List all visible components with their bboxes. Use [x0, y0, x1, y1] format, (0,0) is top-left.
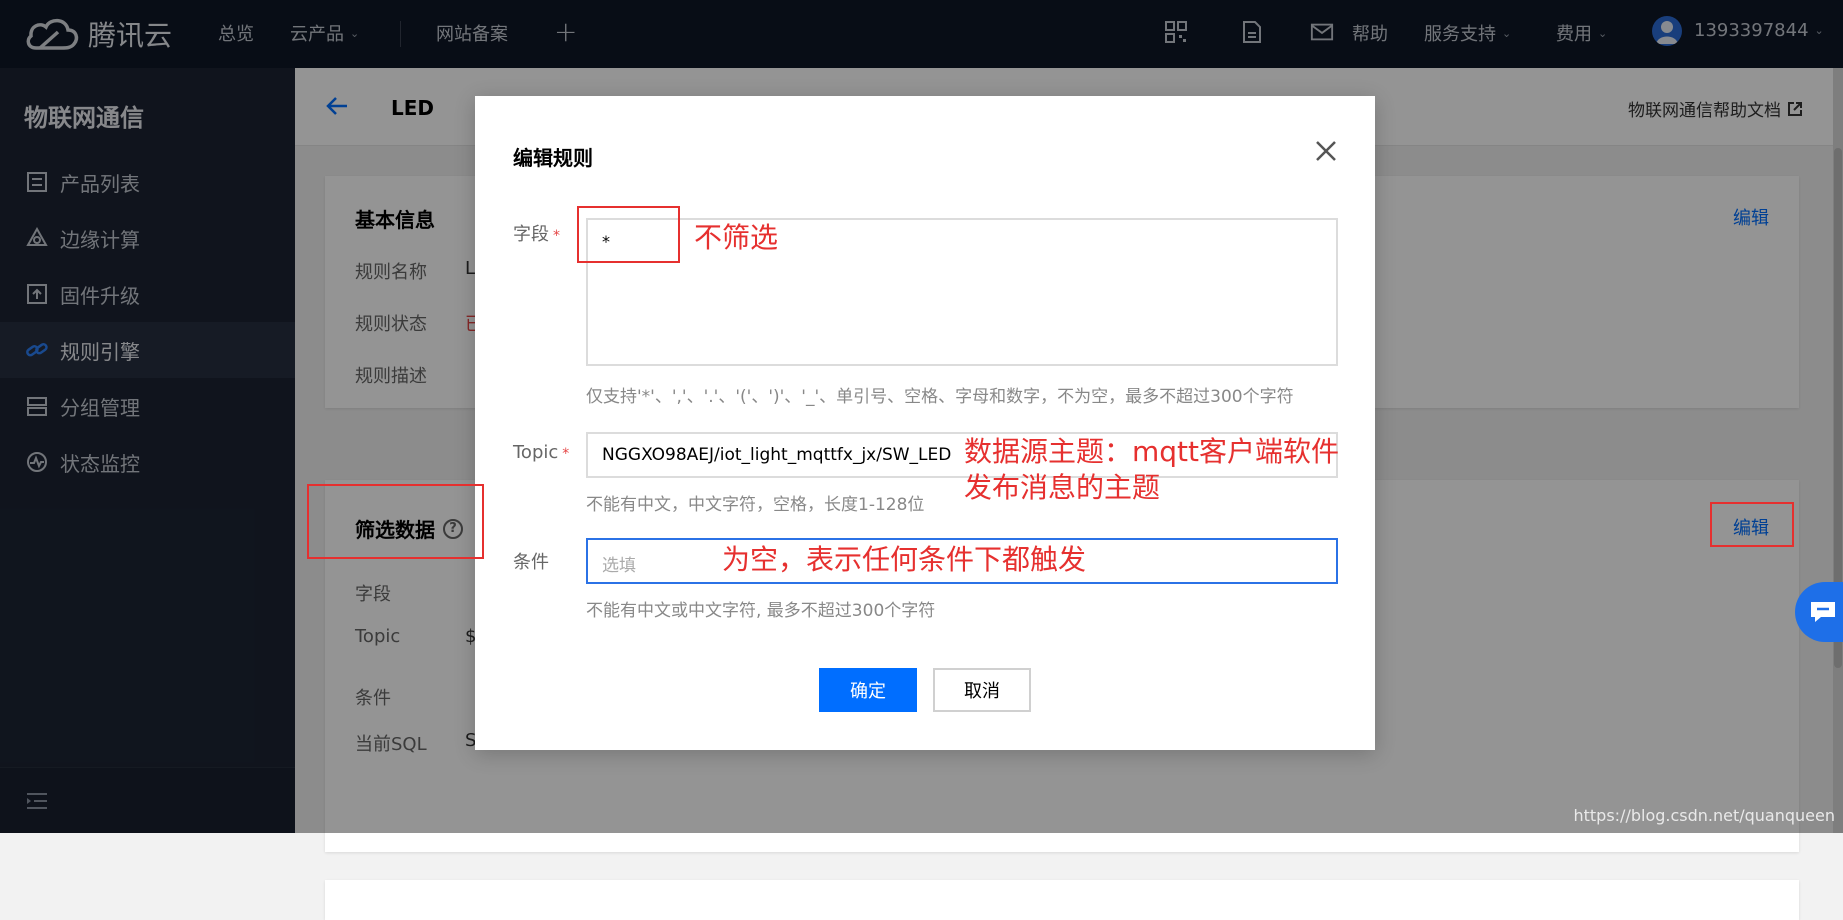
annotation-topic-line1: 数据源主题：mqtt客户端软件	[964, 435, 1340, 468]
confirm-button[interactable]: 确定	[819, 668, 917, 712]
next-card	[325, 880, 1799, 920]
close-icon[interactable]	[1313, 138, 1339, 164]
edit-rule-dialog: 编辑规则 字段 * * 仅支持'*'、','、'.'、'('、')'、'_'、单引…	[475, 96, 1375, 750]
cancel-button[interactable]: 取消	[933, 668, 1031, 712]
annotation-topic-line2: 发布消息的主题	[964, 471, 1161, 504]
topic-label: Topic *	[513, 442, 570, 463]
condition-hint: 不能有中文或中文字符, 最多不超过300个字符	[586, 601, 936, 621]
condition-placeholder: 选填	[602, 556, 636, 576]
annotation-condition: 为空，表示任何条件下都触发	[722, 543, 1087, 576]
watermark: https://blog.csdn.net/quanqueen	[1573, 806, 1835, 825]
topic-hint: 不能有中文，中文字符，空格，长度1-128位	[586, 495, 925, 515]
topic-value: NGGXO98AEJ/iot_light_mqttfx_jx/SW_LED	[602, 445, 952, 465]
annotation-box-field	[577, 206, 680, 263]
field-label: 字段 *	[513, 224, 560, 245]
dialog-title: 编辑规则	[513, 146, 593, 170]
condition-label: 条件	[513, 552, 549, 573]
annotation-box-filter-title	[307, 484, 484, 559]
chat-icon	[1811, 602, 1835, 622]
field-hint: 仅支持'*'、','、'.'、'('、')'、'_'、单引号、空格、字母和数字，…	[586, 387, 1294, 407]
annotation-field: 不筛选	[694, 221, 779, 254]
annotation-box-edit	[1710, 502, 1794, 547]
